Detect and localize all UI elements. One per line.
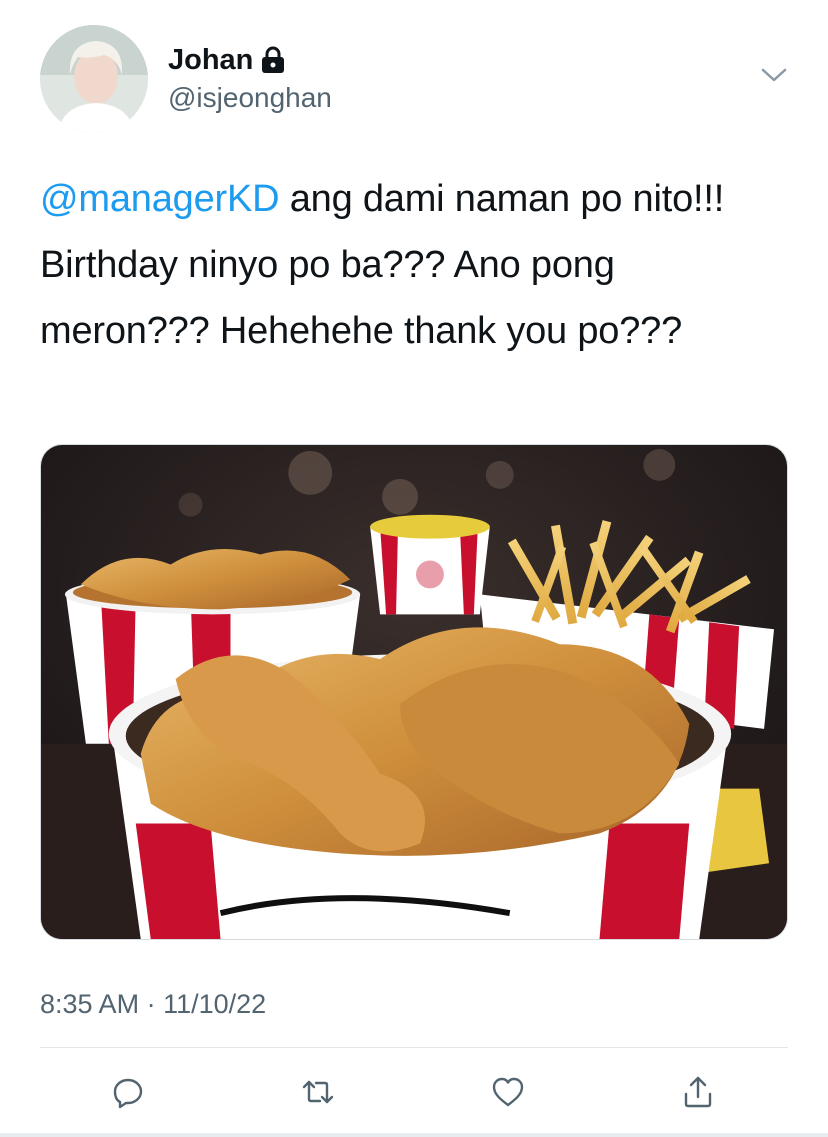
like-button[interactable]: [486, 1070, 530, 1114]
tweet-photo[interactable]: [40, 444, 788, 940]
lock-icon: [261, 46, 285, 74]
user-handle[interactable]: @isjeonghan: [168, 81, 332, 115]
avatar[interactable]: [40, 25, 148, 133]
tweet-date[interactable]: 11/10/22: [163, 989, 266, 1019]
share-icon: [684, 1076, 712, 1108]
display-name[interactable]: Johan: [168, 43, 253, 77]
reply-button[interactable]: [106, 1070, 150, 1114]
action-bar: [40, 1062, 788, 1122]
retweet-button[interactable]: [296, 1070, 340, 1114]
heart-icon: [492, 1077, 524, 1107]
divider: [40, 1047, 788, 1048]
mention-link[interactable]: @managerKD: [40, 178, 280, 220]
tweet-text: @managerKD ang dami naman po nito!!! Bir…: [40, 166, 780, 364]
timestamp-separator: ·: [139, 989, 164, 1019]
tweet-header: Johan @isjeonghan: [40, 25, 800, 135]
chevron-down-icon[interactable]: [760, 65, 788, 85]
bottom-border: [0, 1133, 828, 1137]
tweet-time[interactable]: 8:35 AM: [40, 989, 139, 1019]
reply-icon: [113, 1078, 143, 1109]
retweet-icon: [302, 1080, 334, 1104]
share-button[interactable]: [676, 1070, 720, 1114]
tweet-timestamp: 8:35 AM · 11/10/22: [40, 984, 266, 1024]
